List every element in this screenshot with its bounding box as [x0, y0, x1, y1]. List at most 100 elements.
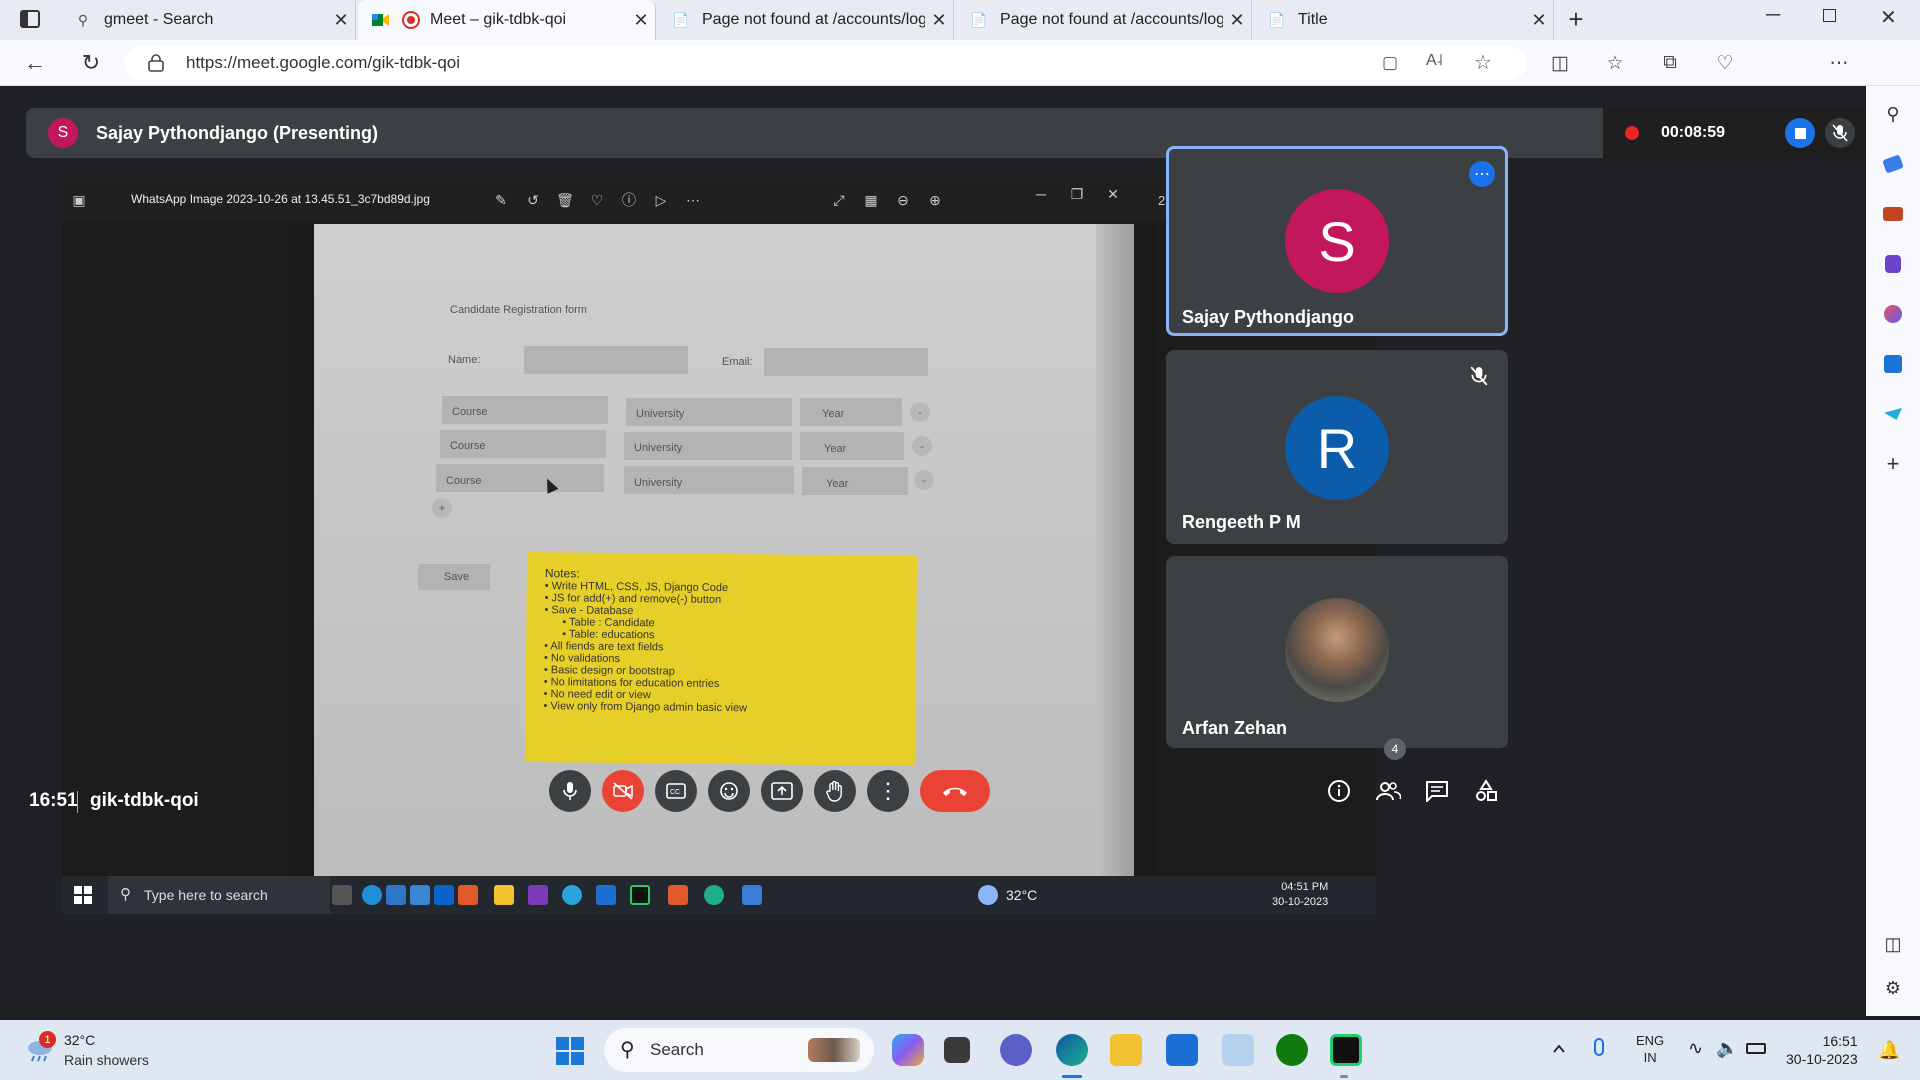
leave-call-button[interactable] — [920, 770, 990, 812]
volume-icon[interactable]: 🔈 — [1716, 1038, 1738, 1059]
edge-app-icon[interactable] — [1056, 1034, 1088, 1066]
settings-gear-icon[interactable]: ⚙ — [1881, 976, 1905, 1000]
search-icon[interactable]: ⚲ — [1881, 102, 1905, 126]
wifi-icon[interactable]: ∿ — [1688, 1038, 1703, 1059]
close-icon[interactable]: ✕ — [327, 10, 355, 31]
gallery-icon[interactable]: ▣ — [68, 190, 90, 210]
favorites-icon[interactable]: ☆ — [1600, 48, 1630, 78]
zoom-out-icon[interactable]: ⊖ — [892, 190, 914, 210]
weather-description[interactable]: Rain showers — [64, 1052, 149, 1068]
pycharm-icon — [630, 885, 650, 905]
close-icon[interactable]: ✕ — [925, 10, 953, 31]
chat-app-icon[interactable] — [1000, 1034, 1032, 1066]
viewer-close-button[interactable]: ✕ — [1102, 184, 1124, 204]
close-icon[interactable]: ✕ — [1223, 10, 1251, 31]
captions-button[interactable]: CC — [655, 770, 697, 812]
restore-button[interactable] — [1823, 9, 1836, 22]
stop-recording-button[interactable] — [1785, 118, 1815, 148]
more-options-button[interactable]: ⋯ — [1469, 161, 1495, 187]
camera-in-use-icon[interactable]: ▢ — [1382, 53, 1398, 73]
tab-label: Title — [1298, 11, 1328, 28]
more-options-icon[interactable]: ⋯ — [1824, 48, 1854, 78]
file-explorer-icon[interactable] — [1110, 1034, 1142, 1066]
recording-time: 00:08:59 — [1661, 124, 1726, 141]
notifications-bell-icon[interactable]: 🔔 — [1878, 1040, 1900, 1061]
refresh-button[interactable]: ↻ — [76, 48, 106, 78]
read-aloud-icon[interactable]: A˨ — [1426, 52, 1443, 70]
viewer-restore-button[interactable]: ❐ — [1066, 184, 1088, 204]
pycharm-icon[interactable] — [1330, 1034, 1362, 1066]
close-icon[interactable]: ✕ — [627, 10, 655, 31]
copilot-app-icon[interactable] — [892, 1034, 924, 1066]
zoom-in-icon[interactable]: ⊕ — [924, 190, 946, 210]
outlook-icon[interactable] — [1881, 352, 1905, 376]
microphone-button[interactable] — [549, 770, 591, 812]
browser-essentials-icon[interactable]: ♡ — [1710, 48, 1740, 78]
weather-temperature[interactable]: 32°C — [64, 1032, 95, 1048]
raise-hand-button[interactable] — [814, 770, 856, 812]
show-hidden-icons-icon[interactable] — [1552, 1042, 1566, 1056]
avatar: S — [1285, 189, 1389, 293]
tab-gmeet-search[interactable]: ⚲ gmeet - Search ✕ — [60, 0, 356, 40]
weather-icon — [978, 885, 998, 905]
camera-button[interactable] — [602, 770, 644, 812]
slideshow-icon[interactable]: ▷ — [650, 190, 672, 210]
send-icon[interactable] — [1881, 402, 1905, 426]
hide-sidebar-icon[interactable]: ◫ — [1881, 932, 1905, 956]
system-clock[interactable]: 16:51 30-10-2023 — [1786, 1032, 1858, 1068]
shopping-icon[interactable] — [1881, 152, 1905, 176]
favorite-star-icon[interactable]: ☆ — [1474, 50, 1492, 75]
participant-tile-arfan[interactable]: Arfan Zehan — [1166, 556, 1508, 748]
tab-page-not-found-2[interactable]: 📄 Page not found at /accounts/log ✕ — [956, 0, 1252, 40]
chat-button[interactable] — [1420, 774, 1454, 808]
form-course-label: Course — [446, 475, 482, 487]
participant-tile-sajay[interactable]: ⋯ S Sajay Pythondjango — [1166, 146, 1508, 336]
info-icon[interactable]: ⓘ — [618, 190, 640, 210]
language-indicator[interactable]: ENG IN — [1636, 1032, 1664, 1066]
mute-presentation-button[interactable] — [1825, 118, 1855, 148]
battery-icon[interactable] — [1746, 1043, 1766, 1054]
tab-meet[interactable]: Meet – gik-tdbk-qoi ✕ — [358, 0, 656, 40]
split-screen-icon[interactable]: ◫ — [1545, 48, 1575, 78]
taskbar-search-box[interactable]: ⚲ Search — [604, 1028, 874, 1072]
tab-actions-icon[interactable] — [20, 10, 40, 28]
back-button[interactable]: ← — [20, 48, 50, 78]
tab-title[interactable]: 📄 Title ✕ — [1254, 0, 1554, 40]
file-app-icon[interactable] — [944, 1037, 970, 1063]
fullscreen-icon[interactable]: ⤢ — [828, 190, 850, 210]
activities-button[interactable] — [1469, 774, 1503, 808]
favorite-icon[interactable]: ♡ — [586, 190, 608, 210]
close-icon[interactable]: ✕ — [1525, 10, 1553, 31]
actual-size-icon[interactable]: ▦ — [860, 190, 882, 210]
microphone-icon[interactable] — [1594, 1038, 1604, 1056]
tab-page-not-found-1[interactable]: 📄 Page not found at /accounts/log ✕ — [658, 0, 954, 40]
microsoft-365-icon[interactable] — [1881, 302, 1905, 326]
tools-icon[interactable] — [1881, 202, 1905, 226]
minimize-button[interactable]: ─ — [1766, 4, 1780, 27]
new-tab-button[interactable]: + — [1562, 4, 1590, 34]
close-window-button[interactable]: ✕ — [1880, 5, 1897, 30]
windows-start-button[interactable] — [556, 1037, 584, 1065]
url-bar[interactable]: https://meet.google.com/gik-tdbk-qoi ▢ A… — [124, 46, 1526, 80]
rotate-icon[interactable]: ↺ — [522, 190, 544, 210]
participant-tile-rengeeth[interactable]: R Rengeeth P M — [1166, 350, 1508, 544]
divider — [77, 791, 78, 813]
reactions-button[interactable] — [708, 770, 750, 812]
microsoft-store-icon[interactable] — [1166, 1034, 1198, 1066]
language-code: ENG — [1636, 1033, 1665, 1048]
more-options-button[interactable]: ⋮ — [867, 770, 909, 812]
more-icon[interactable]: ⋯ — [682, 190, 704, 210]
games-icon[interactable] — [1881, 252, 1905, 276]
add-icon[interactable]: + — [1881, 451, 1905, 476]
present-button[interactable] — [761, 770, 803, 812]
people-button[interactable] — [1371, 774, 1405, 808]
collections-icon[interactable]: ⧉ — [1655, 48, 1685, 78]
viewer-minimize-button[interactable]: ─ — [1030, 184, 1052, 204]
edit-icon[interactable]: ✎ — [490, 190, 512, 210]
meeting-details-button[interactable] — [1322, 774, 1356, 808]
form-email-field — [764, 348, 928, 376]
xbox-icon[interactable] — [1276, 1034, 1308, 1066]
form-save-label: Save — [444, 571, 470, 583]
app-icon[interactable] — [1222, 1034, 1254, 1066]
delete-icon[interactable]: 🗑 — [554, 190, 576, 210]
